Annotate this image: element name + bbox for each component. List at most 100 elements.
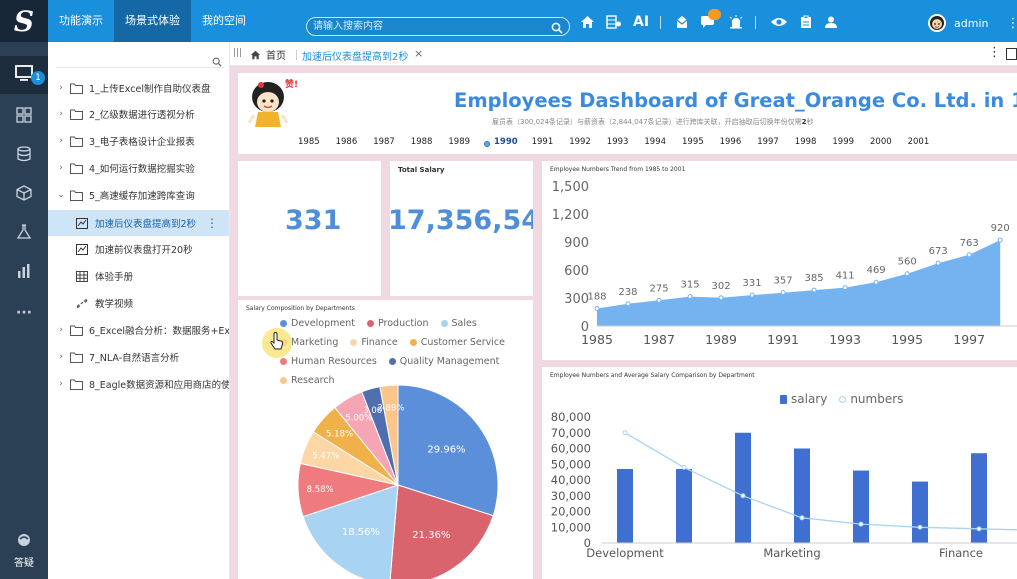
rail-apps-item[interactable] xyxy=(0,98,48,136)
chat-icon[interactable] xyxy=(700,9,722,29)
home-icon[interactable] xyxy=(580,15,595,29)
data-point[interactable] xyxy=(811,287,817,293)
data-point[interactable] xyxy=(904,271,910,277)
data-point[interactable] xyxy=(687,294,693,300)
tab-close-icon[interactable]: × xyxy=(414,47,423,60)
tree-item[interactable]: › 3_电子表格设计企业报表 xyxy=(48,128,229,154)
bar[interactable] xyxy=(735,432,751,543)
data-point[interactable] xyxy=(873,279,879,285)
tree-item[interactable]: › 2_亿级数据进行透视分析 xyxy=(48,101,229,127)
year-option[interactable]: 1991 xyxy=(532,137,554,147)
nav-my-space[interactable]: 我的空间 xyxy=(191,0,257,42)
bar[interactable] xyxy=(676,468,692,543)
data-point[interactable] xyxy=(935,260,941,266)
fullscreen-icon[interactable] xyxy=(1006,48,1017,60)
tab-home[interactable]: 首页 xyxy=(250,47,286,62)
expand-arrow-icon[interactable]: › xyxy=(54,379,68,389)
data-point[interactable] xyxy=(997,237,1003,243)
year-option[interactable]: 1985 xyxy=(298,137,320,147)
collapse-arrow-icon[interactable]: ⌄ xyxy=(54,190,68,200)
user-profile-icon[interactable] xyxy=(824,15,838,29)
data-point[interactable] xyxy=(740,493,746,499)
data-point[interactable] xyxy=(966,252,972,258)
year-option[interactable]: 1999 xyxy=(832,137,854,147)
data-point[interactable] xyxy=(842,285,848,291)
tab-current[interactable]: 加速后仪表盘提高到2秒 xyxy=(302,48,408,63)
data-point[interactable] xyxy=(749,292,755,298)
expand-arrow-icon[interactable]: › xyxy=(54,325,68,335)
rail-more-item[interactable]: ··· xyxy=(0,294,48,332)
year-option[interactable]: 1995 xyxy=(682,137,704,147)
year-option[interactable]: 1993 xyxy=(607,137,629,147)
report-grid-icon[interactable] xyxy=(606,15,622,29)
year-option[interactable]: 1994 xyxy=(644,137,666,147)
rail-cube-item[interactable] xyxy=(0,176,48,214)
search-icon[interactable] xyxy=(212,52,222,71)
user-menu[interactable]: admin ⋮ xyxy=(928,14,1017,32)
username[interactable]: admin xyxy=(954,17,988,30)
tree-item[interactable]: 体验手册 xyxy=(48,263,229,289)
expand-arrow-icon[interactable]: › xyxy=(54,83,68,93)
year-option[interactable]: 1988 xyxy=(411,137,433,147)
year-option[interactable]: 1986 xyxy=(336,137,358,147)
data-point[interactable] xyxy=(625,301,631,307)
data-point[interactable] xyxy=(799,515,805,521)
tree-item[interactable]: › 6_Excel融合分析：数据服务+Excel xyxy=(48,317,229,343)
clipboard-icon[interactable] xyxy=(799,15,813,29)
tree-item[interactable]: › 7_NLA-自然语言分析 xyxy=(48,344,229,370)
tree-item[interactable]: 加速后仪表盘提高到2秒 ⋮ xyxy=(48,210,229,236)
message-box-icon[interactable] xyxy=(675,15,689,29)
more-options-icon[interactable]: ⋮ xyxy=(1006,16,1017,31)
alarm-icon[interactable] xyxy=(728,15,744,29)
nav-scenario-experience[interactable]: 场景式体验 xyxy=(114,0,191,42)
tree-item[interactable]: › 4_如何运行数据挖掘实验 xyxy=(48,155,229,181)
search-input[interactable] xyxy=(313,18,543,35)
bar[interactable] xyxy=(617,468,633,543)
data-point[interactable] xyxy=(656,297,662,303)
ai-assistant-button[interactable]: AI xyxy=(633,14,649,30)
bar[interactable] xyxy=(853,470,869,543)
data-point[interactable] xyxy=(976,526,982,532)
rail-analysis-item[interactable] xyxy=(0,254,48,292)
expand-arrow-icon[interactable]: › xyxy=(54,352,68,362)
tree-item[interactable]: 教学视频 xyxy=(48,290,229,316)
tree-item-menu-icon[interactable]: ⋮ xyxy=(206,216,218,230)
tree-item[interactable]: 加速前仪表盘打开20秒 xyxy=(48,236,229,262)
year-option[interactable]: 2001 xyxy=(908,137,930,147)
bar[interactable] xyxy=(912,481,928,543)
rail-dashboard-item[interactable]: 1 xyxy=(0,56,48,94)
eye-icon[interactable] xyxy=(770,15,788,29)
data-point[interactable] xyxy=(718,295,724,301)
data-point[interactable] xyxy=(858,521,864,527)
tab-more-icon[interactable]: ⋮ xyxy=(988,45,1001,60)
data-point[interactable] xyxy=(780,290,786,296)
search-icon[interactable] xyxy=(551,19,563,38)
tree-search-field[interactable] xyxy=(56,50,224,68)
nav-feature-demo[interactable]: 功能演示 xyxy=(48,0,114,42)
tree-item[interactable]: › 8_Eagle数据资源和应用商店的使用 xyxy=(48,371,229,397)
data-point[interactable] xyxy=(917,524,923,530)
expand-arrow-icon[interactable]: › xyxy=(54,109,68,119)
avatar[interactable] xyxy=(928,14,946,32)
rail-mining-item[interactable] xyxy=(0,215,48,253)
year-option[interactable]: 1998 xyxy=(795,137,817,147)
expand-arrow-icon[interactable]: › xyxy=(54,136,68,146)
rail-help-item[interactable]: 答疑 xyxy=(0,532,48,569)
year-option[interactable]: 1997 xyxy=(757,137,779,147)
year-option[interactable]: 1987 xyxy=(373,137,395,147)
tree-item[interactable]: ⌄ 5_高速缓存加速跨库查询 xyxy=(48,182,229,208)
panel-toggle-icon[interactable]: ||| xyxy=(233,48,242,58)
bar[interactable] xyxy=(794,448,810,544)
year-option[interactable]: 1990 xyxy=(494,137,518,147)
data-point[interactable] xyxy=(594,305,600,311)
year-option[interactable]: 1992 xyxy=(569,137,591,147)
data-point[interactable] xyxy=(622,430,628,436)
app-logo[interactable]: S xyxy=(0,0,48,42)
year-option[interactable]: 1989 xyxy=(448,137,470,147)
year-option[interactable]: 2000 xyxy=(870,137,892,147)
tree-item[interactable]: › 1_上传Excel制作自助仪表盘 xyxy=(48,75,229,101)
rail-data-item[interactable] xyxy=(0,137,48,175)
expand-arrow-icon[interactable]: › xyxy=(54,163,68,173)
year-option[interactable]: 1996 xyxy=(720,137,742,147)
global-search[interactable] xyxy=(306,17,570,36)
